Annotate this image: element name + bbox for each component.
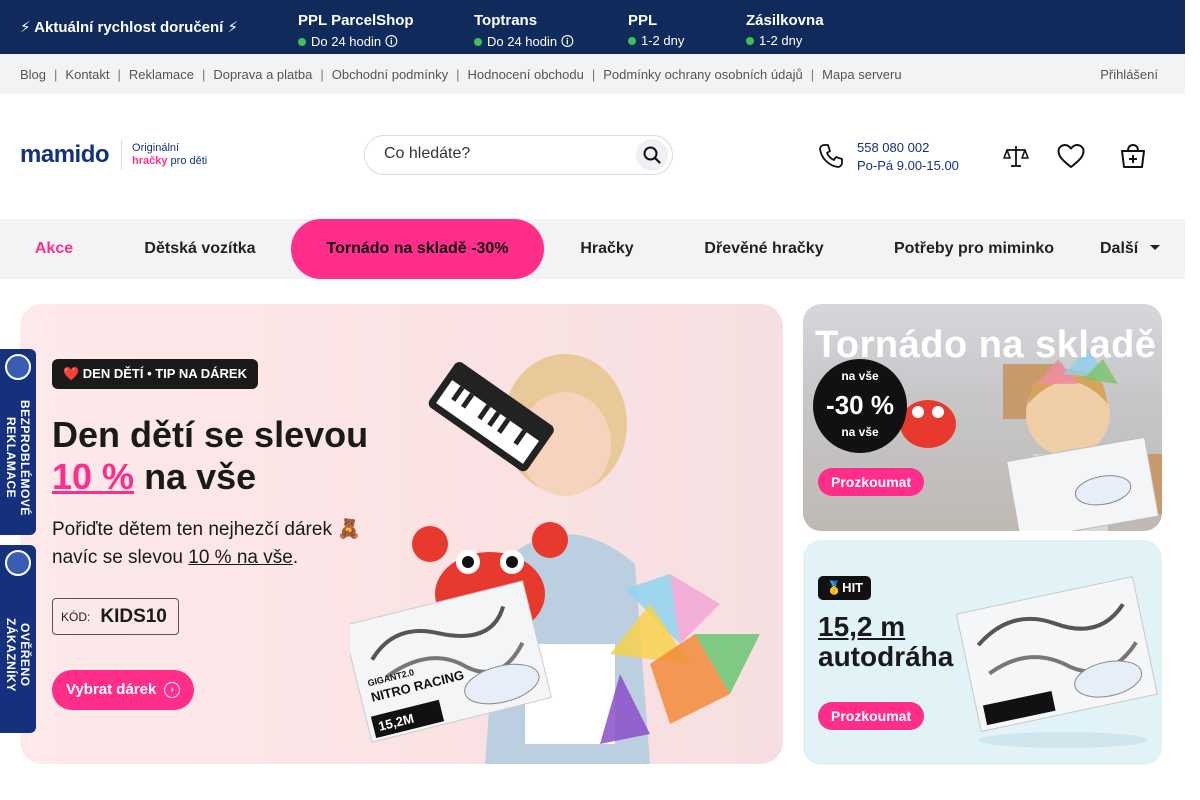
hero-banner[interactable]: ❤️ DEN DĚTÍ • TIP NA DÁREK Den dětí se s… bbox=[20, 304, 783, 764]
race-track-title: 15,2 m autodráha bbox=[818, 611, 954, 672]
logo-wordmark: mamido bbox=[20, 141, 110, 168]
chevron-down-icon bbox=[1150, 245, 1161, 250]
link-blog[interactable]: Blog bbox=[20, 67, 46, 82]
carrier-name: PPL bbox=[628, 12, 658, 29]
carrier-toptrans[interactable]: Toptrans Do 24 hodin 🛈 bbox=[474, 12, 574, 55]
seal-icon bbox=[5, 550, 31, 576]
delivery-title: ⚡ Aktuální rychlost doručení ⚡ bbox=[20, 19, 239, 36]
compare-button[interactable] bbox=[1002, 142, 1030, 170]
link-reklamace[interactable]: Reklamace bbox=[129, 67, 194, 82]
carrier-name: PPL ParcelShop bbox=[298, 12, 414, 29]
tornado-banner[interactable]: Tornádo na skladě na vše -30 % na vše Pr… bbox=[803, 304, 1162, 531]
tornado-cta-button[interactable]: Prozkoumat bbox=[818, 468, 925, 496]
nav-item-akce[interactable]: Akce bbox=[20, 219, 88, 279]
carrier-ppl-parcelshop[interactable]: PPL ParcelShop Do 24 hodin 🛈 bbox=[298, 12, 414, 55]
cart-icon bbox=[1121, 143, 1145, 168]
nav-item-tornado[interactable]: Tornádo na skladě -30% bbox=[291, 219, 544, 279]
link-kontakt[interactable]: Kontakt bbox=[65, 67, 109, 82]
compare-icon bbox=[1003, 146, 1029, 167]
status-dot bbox=[746, 37, 754, 45]
link-ochrana-udaju[interactable]: Podmínky ochrany osobních údajů bbox=[603, 67, 802, 82]
nav-item-potreby-pro-miminko[interactable]: Potřeby pro miminko bbox=[880, 219, 1068, 279]
reklamace-badge[interactable]: BEZPROBLÉMOVÉ REKLAMACE bbox=[0, 349, 36, 535]
hero-description: Pořiďte dětem ten nejhezčí dárek 🧸 navíc… bbox=[52, 519, 361, 568]
carrier-name: Zásilkovna bbox=[746, 12, 824, 29]
hero-badge: ❤️ DEN DĚTÍ • TIP NA DÁREK bbox=[52, 359, 258, 389]
secondary-links: Blog | Kontakt | Reklamace | Doprava a p… bbox=[20, 67, 902, 82]
race-track-banner[interactable]: 🥇HIT 15,2 m autodráha Prozkoumat bbox=[803, 540, 1162, 765]
site-logo[interactable]: mamido Originální hračky pro děti bbox=[20, 140, 207, 170]
search-button[interactable] bbox=[636, 139, 668, 171]
logo-tagline: Originální hračky pro děti bbox=[132, 142, 208, 167]
seal-icon bbox=[5, 354, 31, 380]
phone-icon bbox=[819, 144, 843, 168]
heart-icon bbox=[1057, 144, 1085, 168]
discount-code: KIDS10 bbox=[100, 605, 167, 627]
opening-hours: Po-Pá 9.00-15.00 bbox=[857, 158, 959, 173]
nav-item-drevene-hracky[interactable]: Dřevěné hračky bbox=[690, 219, 838, 279]
link-separator: | bbox=[201, 67, 206, 82]
carrier-ppl[interactable]: PPL 1-2 dny bbox=[628, 12, 684, 48]
nav-item-hracky[interactable]: Hračky bbox=[566, 219, 648, 279]
link-mapa-serveru[interactable]: Mapa serveru bbox=[822, 67, 901, 82]
wishlist-button[interactable] bbox=[1057, 142, 1085, 170]
link-separator: | bbox=[591, 67, 596, 82]
hero-title: Den dětí se slevou 10 % na vše bbox=[52, 414, 369, 497]
hero-cta-button[interactable]: Vybrat dárek › bbox=[52, 670, 195, 710]
overeno-zakazniky-badge[interactable]: OVĚŘENO ZÁKAZNÍKY bbox=[0, 545, 36, 733]
carrier-time: 1-2 dny bbox=[746, 33, 824, 48]
hit-badge: 🥇HIT bbox=[818, 576, 872, 600]
discount-code-box: KÓD: KIDS10 bbox=[52, 598, 179, 635]
link-hodnoceni-obchodu[interactable]: Hodnocení obchodu bbox=[467, 67, 583, 82]
phone-number: 558 080 002 bbox=[857, 140, 930, 155]
carrier-zasilkovna[interactable]: Zásilkovna 1-2 dny bbox=[746, 12, 824, 48]
link-separator: | bbox=[456, 67, 460, 82]
carrier-time: 1-2 dny bbox=[628, 33, 684, 48]
cart-button[interactable] bbox=[1119, 142, 1147, 170]
nav-item-dalsi[interactable]: Další bbox=[1100, 219, 1172, 279]
status-dot bbox=[628, 37, 636, 45]
nav-item-detska-vozitka[interactable]: Dětská vozítka bbox=[130, 219, 270, 279]
contact-info[interactable]: 558 080 002 Po-Pá 9.00-15.00 bbox=[857, 139, 959, 175]
main-navigation: Akce Dětská vozítka Tornádo na skladě -3… bbox=[0, 219, 1185, 279]
code-label: KÓD: bbox=[61, 609, 91, 624]
link-separator: | bbox=[320, 67, 324, 82]
search-icon bbox=[643, 146, 661, 164]
arrow-right-icon: › bbox=[164, 682, 181, 698]
link-separator: | bbox=[117, 67, 121, 82]
login-link[interactable]: Přihlášení bbox=[1100, 67, 1158, 82]
status-dot bbox=[298, 38, 306, 46]
link-doprava-a-platba[interactable]: Doprava a platba bbox=[213, 67, 312, 82]
race-track-cta-button[interactable]: Prozkoumat bbox=[818, 702, 925, 730]
link-obchodni-podminky[interactable]: Obchodní podmínky bbox=[332, 67, 448, 82]
delivery-bar: ⚡ Aktuální rychlost doručení ⚡ PPL Parce… bbox=[0, 0, 1185, 54]
secondary-links-bar: Blog | Kontakt | Reklamace | Doprava a p… bbox=[0, 54, 1185, 94]
link-separator: | bbox=[810, 67, 815, 82]
discount-badge: na vše -30 % na vše bbox=[813, 359, 907, 453]
link-separator: | bbox=[54, 67, 58, 82]
carrier-time: Do 24 hodin 🛈 bbox=[474, 33, 574, 55]
logo-divider bbox=[121, 140, 123, 170]
carrier-name: Toptrans bbox=[474, 12, 538, 29]
search-box bbox=[364, 135, 673, 175]
carrier-time: Do 24 hodin 🛈 bbox=[298, 33, 414, 55]
status-dot bbox=[474, 38, 482, 46]
search-input[interactable] bbox=[384, 145, 624, 163]
hero-illustration: 15,2M GIGANT2.0 NITRO RACING bbox=[350, 354, 760, 764]
